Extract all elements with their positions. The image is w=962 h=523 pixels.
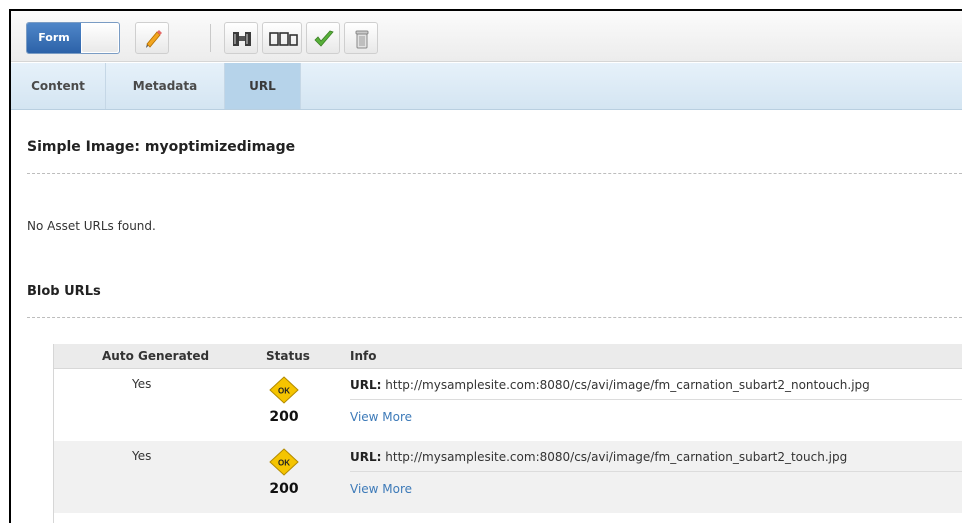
checkmark-icon	[314, 30, 334, 47]
page-title: Simple Image: myoptimizedimage	[27, 139, 296, 155]
tab-url[interactable]: URL	[225, 63, 301, 109]
approve-button[interactable]	[306, 22, 340, 54]
toggle-knob	[82, 24, 118, 52]
toolbar-separator	[210, 24, 211, 52]
ok-badge-text: OK	[278, 387, 290, 396]
blob-urls-table: Auto Generated Status Info Yes OK 200 UR…	[53, 344, 962, 523]
column-header-info: Info	[350, 349, 377, 363]
toolbar: Form	[11, 11, 962, 62]
url-value: http://mysamplesite.com:8080/cs/avi/imag…	[385, 378, 870, 392]
status-code: 200	[269, 481, 299, 497]
preview-button[interactable]	[262, 22, 302, 54]
ok-status-icon: OK	[269, 448, 299, 476]
table-header: Auto Generated Status Info	[54, 344, 962, 369]
preview-panels-icon	[269, 32, 298, 46]
binoculars-icon	[233, 32, 251, 46]
form-mode-toggle[interactable]: Form	[26, 22, 120, 54]
edit-button[interactable]	[135, 22, 169, 54]
pencil-icon	[146, 30, 162, 48]
ok-status-icon: OK	[269, 376, 299, 404]
delete-button[interactable]	[344, 22, 378, 54]
column-header-status: Status	[266, 349, 310, 363]
status-code: 200	[269, 409, 299, 425]
auto-generated-value: Yes	[132, 449, 152, 463]
trash-icon	[355, 30, 369, 49]
info-divider	[350, 471, 962, 472]
tab-content[interactable]: Content	[11, 63, 106, 109]
table-row: Yes OK 200 URL: http://mysamplesite.com:…	[54, 441, 962, 513]
main-content: Simple Image: myoptimizedimage No Asset …	[11, 111, 962, 523]
form-toggle-label: Form	[27, 23, 81, 53]
tab-metadata[interactable]: Metadata	[106, 63, 225, 109]
divider	[27, 317, 962, 318]
url-value: http://mysamplesite.com:8080/cs/avi/imag…	[385, 450, 848, 464]
url-label: URL:	[350, 378, 382, 392]
no-asset-urls-message: No Asset URLs found.	[27, 219, 156, 233]
column-header-auto-generated: Auto Generated	[102, 349, 210, 363]
divider	[27, 173, 962, 174]
view-more-link[interactable]: View More	[350, 410, 412, 424]
url-label: URL:	[350, 450, 382, 464]
app-frame: Form Content Metadata URL Simple Image: …	[9, 9, 962, 523]
inspect-button[interactable]	[224, 22, 258, 54]
view-more-link[interactable]: View More	[350, 482, 412, 496]
table-row: Yes OK 200 URL: http://mysamplesite.com:…	[54, 369, 962, 441]
tab-bar: Content Metadata URL	[11, 63, 962, 110]
blob-urls-heading: Blob URLs	[27, 284, 101, 299]
ok-badge-text: OK	[278, 459, 290, 468]
url-text: URL: http://mysamplesite.com:8080/cs/avi…	[350, 378, 870, 392]
url-text: URL: http://mysamplesite.com:8080/cs/avi…	[350, 450, 847, 464]
auto-generated-value: Yes	[132, 377, 152, 391]
info-divider	[350, 399, 962, 400]
